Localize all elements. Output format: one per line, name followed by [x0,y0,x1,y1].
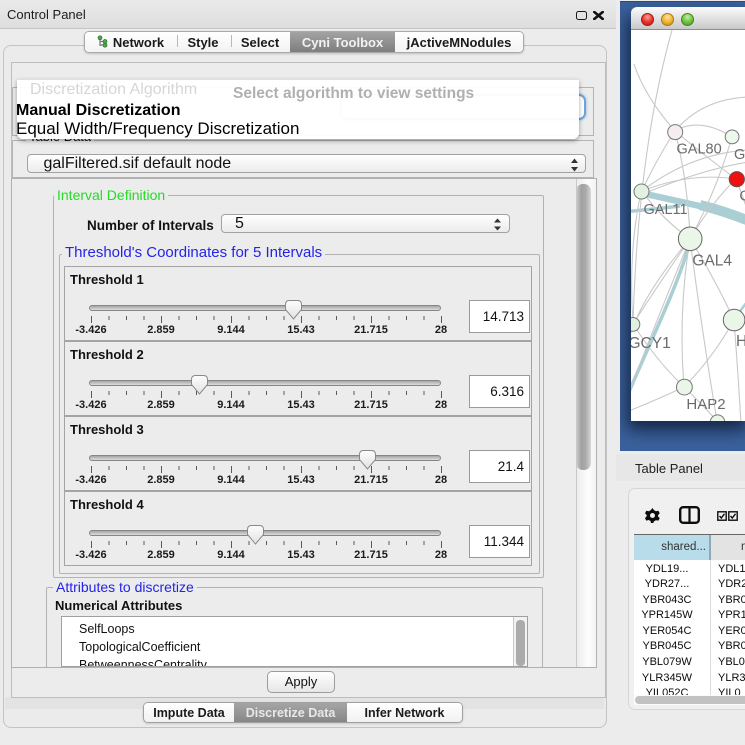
svg-text:GAL80: GAL80 [677,142,722,158]
svg-text:GAL11: GAL11 [644,202,688,218]
svg-text:H: H [736,333,745,350]
svg-text:C: C [739,189,745,205]
svg-text:GA: GA [734,147,745,163]
svg-text:GAL4: GAL4 [692,253,732,270]
svg-text:GCY1: GCY1 [631,335,671,352]
svg-text:HAP2: HAP2 [686,396,725,413]
